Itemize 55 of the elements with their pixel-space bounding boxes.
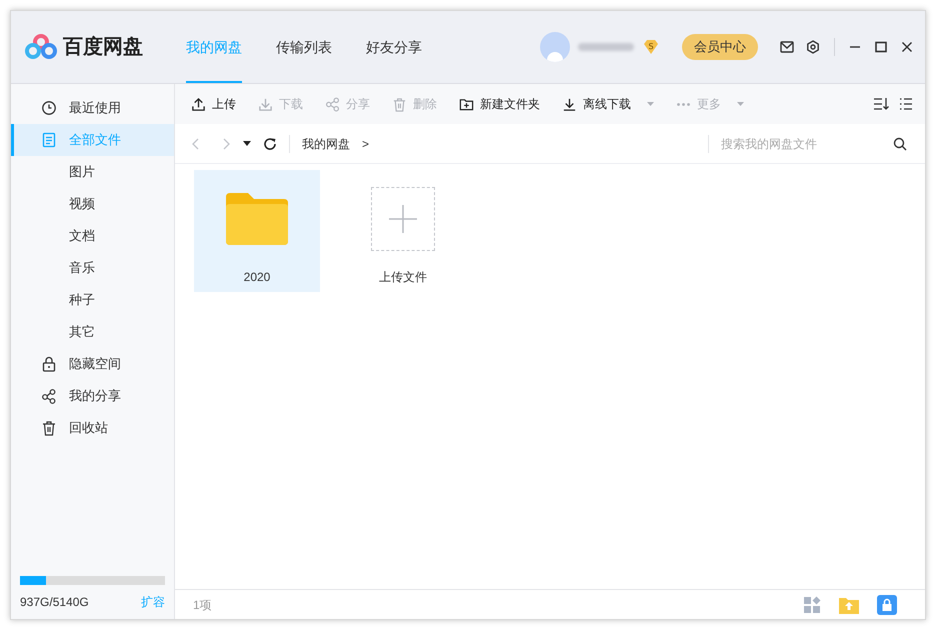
folder-icon [226,193,288,245]
sidebar-item[interactable]: 其它 [11,316,174,348]
download-icon [562,96,577,112]
logo-icon [25,33,57,61]
plus-icon [389,205,417,233]
sidebar-item[interactable]: 音乐 [11,252,174,284]
share-nodes-icon [41,388,57,404]
toolbar-button[interactable]: 上传 [191,95,236,113]
close-icon[interactable] [901,41,913,53]
file-item[interactable]: 2020 [194,170,320,292]
trash-icon [41,420,57,436]
search-field[interactable]: 搜索我的网盘文件 [721,134,881,152]
settings-icon[interactable] [806,40,820,54]
sidebar-item[interactable]: 我的分享 [11,380,174,412]
search-icon[interactable] [893,136,907,150]
file-name: 上传文件 [379,269,427,286]
sidebar-item[interactable]: 文档 [11,220,174,252]
document-icon [41,132,57,148]
sidebar-item[interactable]: 隐藏空间 [11,348,174,380]
caret-icon [647,102,654,106]
vip-center-button[interactable]: 会员中心 [682,34,758,60]
toolbar-button[interactable]: 新建文件夹 [459,95,540,113]
lock-icon [41,356,57,372]
mail-icon[interactable] [780,41,794,53]
sidebar-item[interactable]: 视频 [11,188,174,220]
caret-icon [737,102,744,106]
breadcrumb-separator: > [362,136,370,152]
download-icon [258,96,273,112]
share-icon [325,96,340,112]
refresh-icon[interactable] [263,136,277,150]
sidebar-item[interactable]: 图片 [11,156,174,188]
sidebar-item[interactable]: 回收站 [11,412,174,444]
upload-icon [191,96,206,112]
sort-icon[interactable] [873,97,889,111]
sidebar-item[interactable]: 最近使用 [11,92,174,124]
item-count: 1项 [193,596,212,614]
toolbar-button[interactable]: 离线下载 [562,95,654,113]
breadcrumb-item[interactable]: 我的网盘 [302,134,350,152]
vip-badge-icon: S [642,39,660,55]
file-item[interactable]: 上传文件 [340,170,466,292]
new-folder-icon [459,96,474,112]
blurred-username [578,43,634,51]
clock-icon [41,100,57,116]
storage-usage: 937G/5140G [20,594,89,611]
maximize-icon[interactable] [875,41,887,53]
nav-tab[interactable]: 传输列表 [276,11,332,83]
dropdown-caret-icon[interactable] [243,140,251,146]
file-name: 2020 [244,269,270,286]
lock-icon[interactable] [877,594,897,614]
nav-tab[interactable]: 好友分享 [366,11,422,83]
app-name: 百度网盘 [63,34,143,60]
list-view-icon[interactable] [899,97,913,111]
more-icon [676,102,691,106]
trash-icon [392,96,407,112]
sidebar-item[interactable]: 种子 [11,284,174,316]
